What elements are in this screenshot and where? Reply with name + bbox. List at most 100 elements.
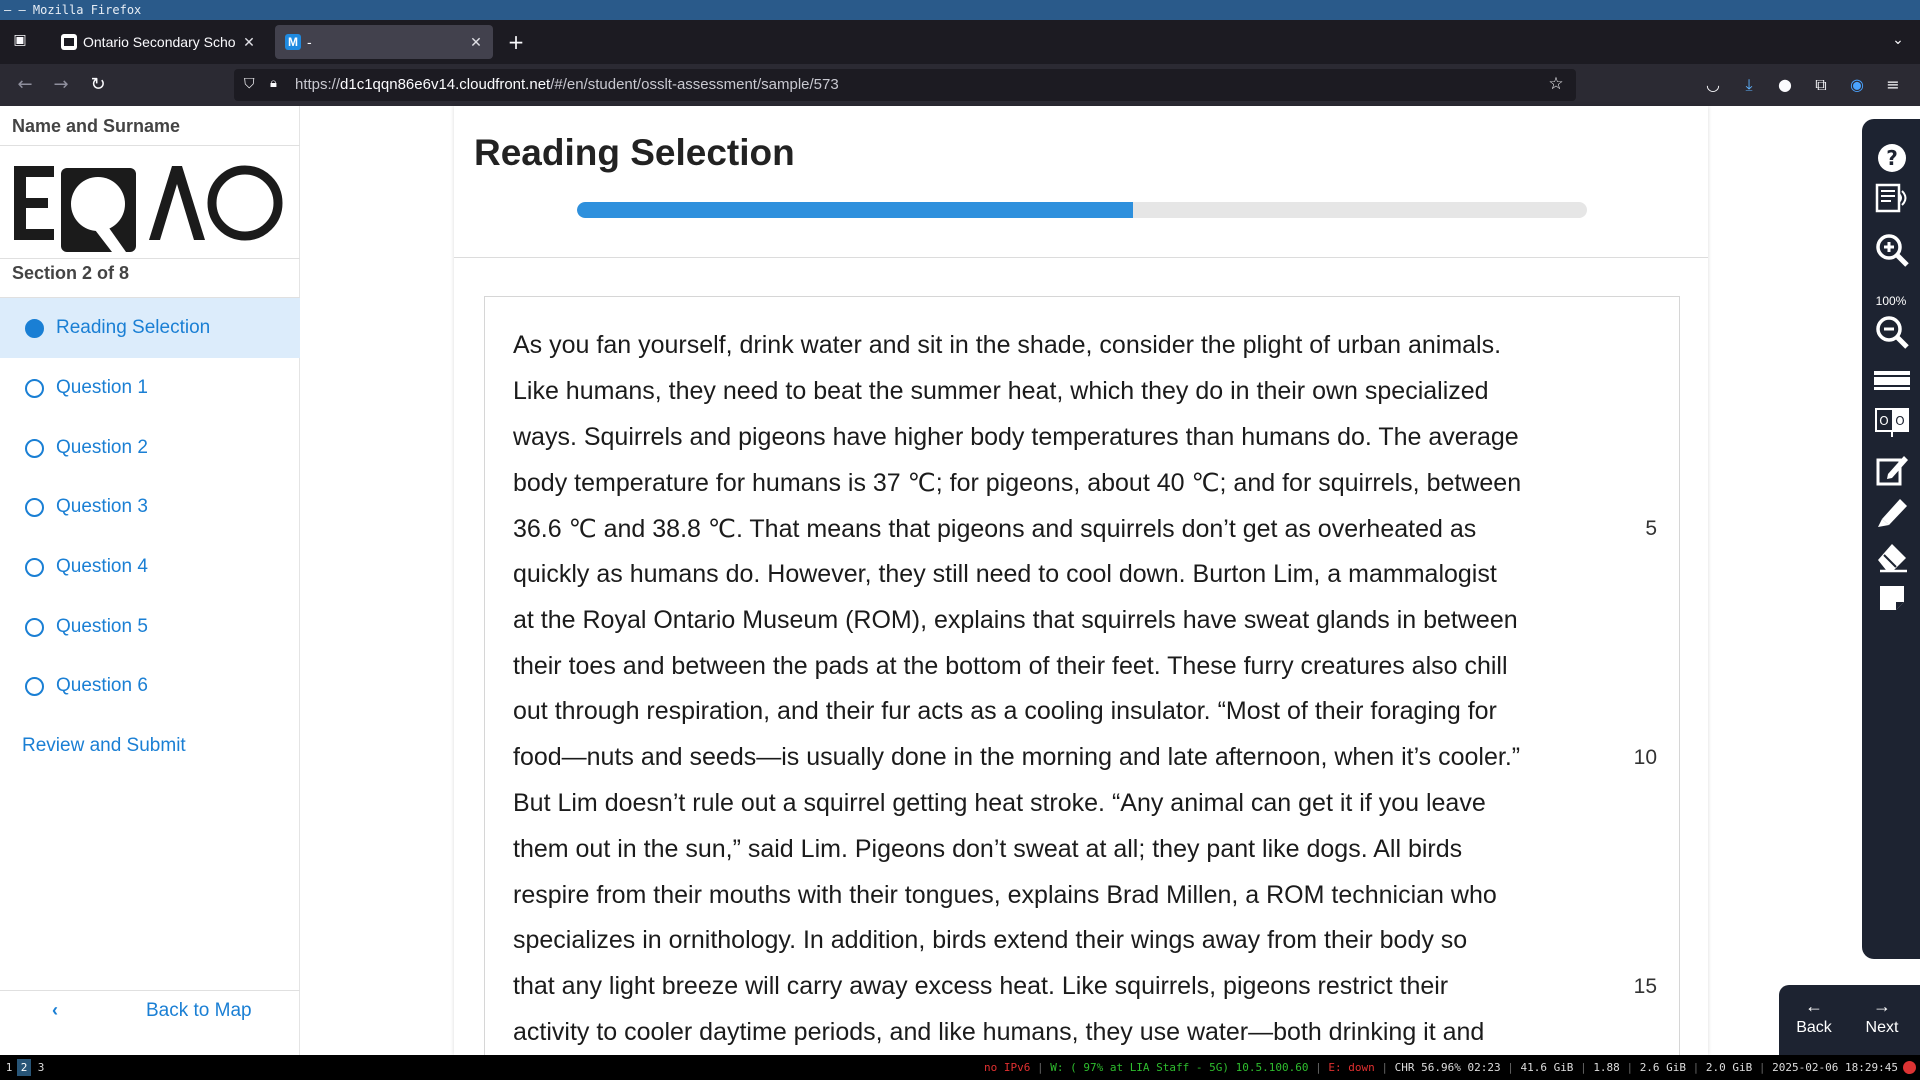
m-logo-icon: M [285,34,301,50]
sticky-note-icon[interactable] [1874,580,1910,616]
extensions-icon[interactable]: ⧉ [1810,74,1832,96]
memory-status: 2.6 GiB [1639,1061,1687,1074]
sidebar-item-label: Question 6 [56,675,148,696]
close-icon[interactable]: ✕ [467,25,485,59]
close-icon[interactable]: ✕ [240,25,258,59]
high-contrast-icon[interactable]: OO [1874,405,1910,441]
empty-circle-icon [25,558,44,577]
student-name: Name and Surname [12,116,181,136]
review-and-submit-link[interactable]: Review and Submit [22,735,186,757]
workspace-2[interactable]: 2 [17,1059,31,1076]
divider [0,990,300,991]
status-info: no IPv6 | W: ( 97% at LIA Staff - 5G) 10… [983,1061,1898,1074]
pocket-icon[interactable]: ◡ [1702,74,1724,96]
tray-icon[interactable] [1903,1061,1916,1074]
zoom-out-icon[interactable] [1874,314,1910,350]
line-reader-icon[interactable] [1874,361,1910,397]
notepad-icon[interactable] [1874,452,1910,488]
sidebar-item-question-4[interactable]: Question 4 [0,537,300,597]
arrow-right-icon: → [1873,996,1891,1016]
sidebar-item-question-6[interactable]: Question 6 [0,656,300,716]
firefox-view-icon[interactable]: ▣ [10,32,30,52]
bookmark-star-icon[interactable]: ☆ [1546,74,1566,94]
chevron-down-icon[interactable]: ⌄ [1888,32,1908,52]
tab-osslt[interactable]: Ontario Secondary School Literacy Test ✕ [51,25,266,59]
new-tab-icon[interactable]: + [504,30,528,54]
main-card: Reading Selection As you fan yourself, d… [454,106,1708,1076]
empty-circle-icon [25,498,44,517]
page-title: Reading Selection [474,132,795,173]
passage-line: ways. Squirrels and pigeons have higher … [513,422,1519,451]
menu-icon[interactable]: ≡ [1882,74,1904,96]
empty-circle-icon [25,677,44,696]
workspace-3[interactable]: 3 [34,1059,48,1076]
zoom-level: 100% [1875,294,1907,308]
clock: 2025-02-06 18:29:45 [1772,1061,1898,1074]
passage-line: specializes in ornithology. In addition,… [513,926,1468,955]
extension-icon[interactable]: ◉ [1846,74,1868,96]
back-arrow-icon[interactable]: ← [13,73,37,97]
passage-line: Like humans, they need to beat the summe… [513,376,1489,405]
download-icon[interactable]: ⤓ [1738,74,1760,96]
passage-line: As you fan yourself, drink water and sit… [513,331,1502,359]
passage-line: that any light breeze will carry away ex… [513,972,1449,1001]
shield-icon[interactable]: ⛉ [244,76,260,94]
section-label: Section 2 of 8 [12,263,130,283]
line-number: 10 [1633,746,1657,770]
nav-bar: ← → ↻ ⛉ 🔒︎ https://d1c1qqn86e6v14.cloudf… [0,64,1920,106]
passage-line: activity to cooler daytime periods, and … [513,1018,1485,1046]
tool-rail: ? 100% OO [1862,119,1920,959]
forward-arrow-icon[interactable]: → [49,73,73,97]
passage-line: at the Royal Ontario Museum (ROM), expla… [513,605,1518,634]
tab-active[interactable]: M - ✕ [275,25,493,59]
help-icon[interactable]: ? [1874,140,1910,176]
url-path: /#/en/student/osslt-assessment/sample/57… [550,76,839,93]
next-button-label: Next [1865,1019,1899,1036]
filled-circle-icon [25,319,44,338]
back-to-map-button[interactable]: ‹ Back to Map [0,992,300,1036]
sidebar: Name and Surname Section 2 of 8 Reading … [0,106,300,1055]
url-host: d1c1qqn86e6v14.cloudfront.net [340,76,551,93]
zoom-in-icon[interactable] [1874,232,1910,268]
empty-circle-icon [25,618,44,637]
sidebar-item-question-2[interactable]: Question 2 [0,418,300,478]
highlighter-icon[interactable] [1874,495,1910,531]
account-icon[interactable]: ● [1774,74,1796,96]
passage-line: But Lim doesn’t rule out a squirrel gett… [513,789,1486,817]
empty-circle-icon [25,439,44,458]
progress-bar [577,202,1587,218]
window-title: – – Mozilla Firefox [0,0,1920,20]
svg-text:O: O [1879,414,1888,428]
workspace-1[interactable]: 1 [2,1059,16,1076]
next-button[interactable]: → Next [1849,985,1915,1055]
svg-text:?: ? [1886,146,1898,170]
line-number: 5 [1645,517,1657,541]
passage-line: body temperature for humans is 37 ℃; for… [513,469,1522,498]
passage-line: respire from their mouths with their ton… [513,880,1497,909]
reading-passage[interactable]: As you fan yourself, drink water and sit… [484,296,1680,1076]
app-area: Name and Surname Section 2 of 8 Reading … [0,106,1920,1076]
disk-status: 41.6 GiB [1520,1061,1574,1074]
sidebar-item-question-1[interactable]: Question 1 [0,358,300,418]
lock-icon[interactable]: 🔒︎ [270,76,284,94]
wifi-status: W: ( 97% at LIA Staff - 5G) 10.5.100.60 [1050,1061,1309,1074]
back-button[interactable]: ← Back [1781,985,1847,1055]
eqao-logo [14,165,283,252]
tab-title: - [307,34,312,50]
url-text[interactable]: https://d1c1qqn86e6v14.cloudfront.net/#/… [295,69,839,101]
reload-icon[interactable]: ↻ [86,73,110,97]
sidebar-item-question-3[interactable]: Question 3 [0,477,300,537]
line-number: 15 [1633,975,1657,999]
svg-text:O: O [1895,414,1904,428]
sidebar-item-label: Question 4 [56,556,148,577]
divider [0,145,300,146]
sidebar-item-question-5[interactable]: Question 5 [0,597,300,657]
sidebar-item-label: Question 2 [56,437,148,458]
divider [0,258,300,259]
text-to-speech-icon[interactable] [1874,179,1910,215]
pager: ← Back → Next [1779,985,1920,1055]
ethernet-status: E: down [1328,1061,1375,1074]
sidebar-item-reading-selection[interactable]: Reading Selection [0,298,300,358]
url-bar[interactable]: ⛉ 🔒︎ https://d1c1qqn86e6v14.cloudfront.n… [234,69,1576,101]
eraser-icon[interactable] [1874,538,1910,574]
